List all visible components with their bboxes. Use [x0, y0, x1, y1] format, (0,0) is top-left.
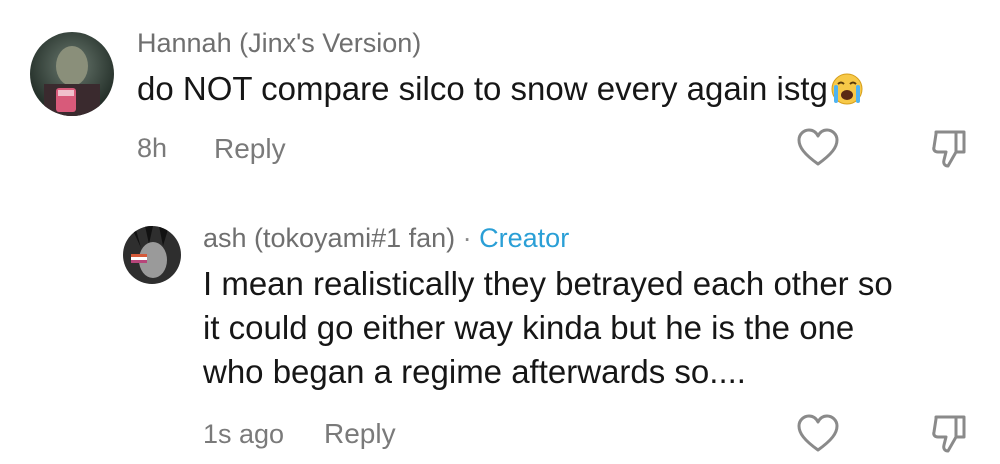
- comment-username[interactable]: ash (tokoyami#1 fan): [203, 223, 455, 253]
- like-button[interactable]: [796, 414, 840, 454]
- heart-outline-icon: [797, 414, 839, 452]
- thumbs-down-outline-icon: [932, 415, 966, 453]
- avatar[interactable]: [30, 32, 114, 116]
- creator-badge: Creator: [479, 223, 570, 253]
- comment-username[interactable]: Hannah (Jinx's Version): [137, 28, 421, 59]
- thumbs-down-outline-icon: [932, 130, 966, 168]
- comment-text-content: do NOT compare silco to snow every again…: [137, 70, 828, 107]
- comment-text-line: I mean realistically they betrayed each …: [203, 265, 893, 302]
- avatar[interactable]: [123, 226, 181, 284]
- reply-button[interactable]: Reply: [214, 133, 286, 165]
- comment-text-line: who began a regime afterwards so....: [203, 353, 746, 390]
- reply-button[interactable]: Reply: [324, 418, 396, 450]
- like-button[interactable]: [796, 128, 840, 168]
- comment-text: do NOT compare silco to snow every again…: [137, 67, 864, 111]
- dislike-button[interactable]: [930, 128, 970, 170]
- crying-face-emoji-icon: [830, 72, 864, 106]
- reply-username-line: ash (tokoyami#1 fan) · Creator: [203, 223, 569, 254]
- comment-text-line: it could go either way kinda but he is t…: [203, 309, 855, 346]
- comment-timestamp: 8h: [137, 133, 168, 163]
- separator: ·: [462, 223, 472, 253]
- comment-text: I mean realistically they betrayed each …: [203, 262, 893, 394]
- heart-outline-icon: [797, 128, 839, 166]
- dislike-button[interactable]: [930, 413, 970, 455]
- comment-timestamp: 1s ago: [203, 419, 285, 449]
